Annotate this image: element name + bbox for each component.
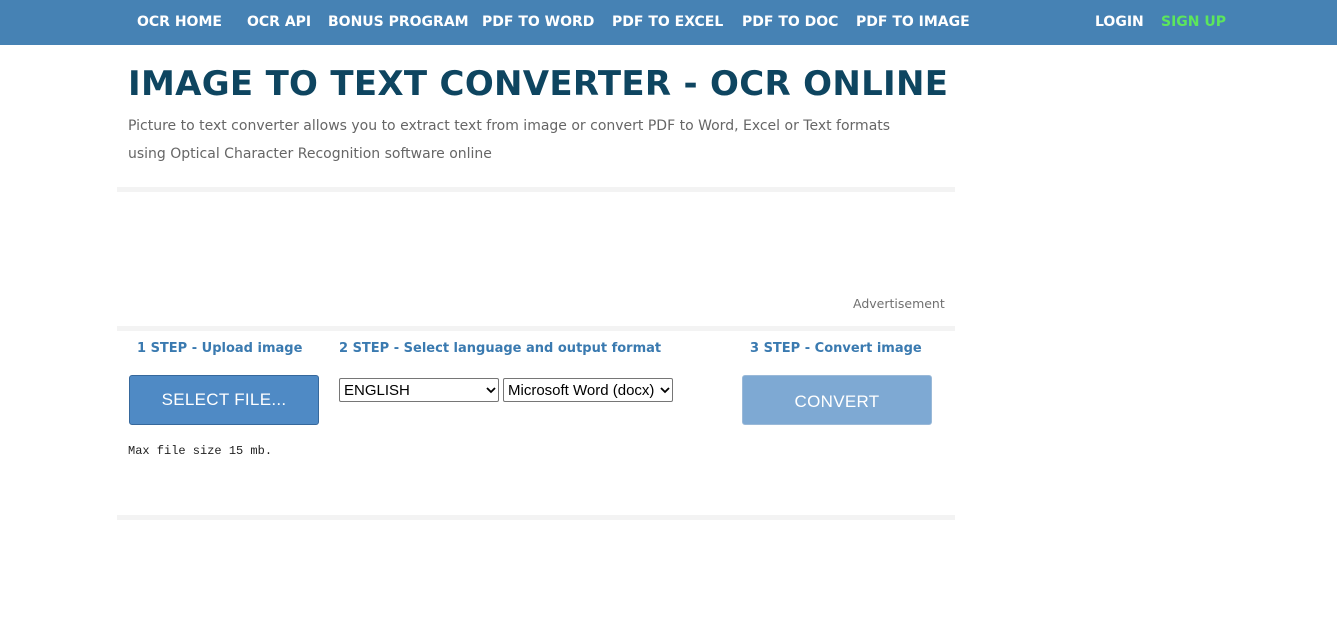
language-select-value: ENGLISH xyxy=(344,381,410,399)
nav-ocr-api[interactable]: OCR API xyxy=(247,13,311,31)
nav-bonus-program[interactable]: BONUS PROGRAM xyxy=(328,13,469,31)
divider-top xyxy=(117,187,955,192)
max-file-size-note: Max file size 15 mb. xyxy=(128,444,273,458)
divider-bottom xyxy=(117,515,955,520)
nav-ocr-home[interactable]: OCR HOME xyxy=(137,13,222,31)
login-link[interactable]: LOGIN xyxy=(1095,13,1144,31)
output-format-select-value: Microsoft Word (docx) xyxy=(508,381,655,399)
nav-pdf-to-doc[interactable]: PDF TO DOC xyxy=(742,13,838,31)
step-3-label: 3 STEP - Convert image xyxy=(750,341,922,356)
page-title: IMAGE TO TEXT CONVERTER - OCR ONLINE xyxy=(128,64,949,104)
chevron-down-icon xyxy=(658,386,672,394)
page-subtitle: Picture to text converter allows you to … xyxy=(128,118,891,162)
signup-link[interactable]: SIGN UP xyxy=(1161,13,1226,31)
select-file-button[interactable]: SELECT FILE... xyxy=(129,375,319,425)
advertisement-label: Advertisement xyxy=(853,296,945,311)
step-1-label: 1 STEP - Upload image xyxy=(137,341,303,356)
language-select[interactable]: ENGLISH xyxy=(339,378,499,402)
divider-steps xyxy=(117,326,955,331)
nav-pdf-to-word[interactable]: PDF TO WORD xyxy=(482,13,594,31)
convert-button[interactable]: CONVERT xyxy=(742,375,932,425)
nav-pdf-to-image[interactable]: PDF TO IMAGE xyxy=(856,13,970,31)
nav-pdf-to-excel[interactable]: PDF TO EXCEL xyxy=(612,13,723,31)
output-format-select[interactable]: Microsoft Word (docx) xyxy=(503,378,673,402)
top-navbar: OCR HOME OCR API BONUS PROGRAM PDF TO WO… xyxy=(0,0,1337,45)
chevron-down-icon xyxy=(484,386,498,394)
step-2-label: 2 STEP - Select language and output form… xyxy=(339,341,662,356)
